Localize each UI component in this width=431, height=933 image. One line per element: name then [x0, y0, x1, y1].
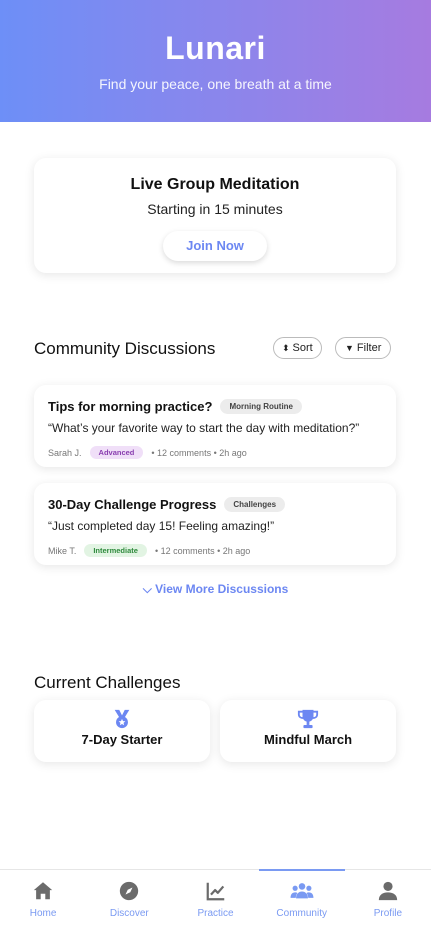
sort-button[interactable]: ⬍ Sort [273, 337, 322, 359]
nav-label: Practice [197, 908, 234, 919]
filter-label: Filter [356, 342, 382, 354]
filter-icon: ▼ [345, 343, 354, 353]
home-icon [33, 882, 53, 900]
discussion-title: Tips for morning practice? [48, 399, 213, 414]
nav-item-profile[interactable]: Profile [345, 870, 431, 933]
discussion-card[interactable]: 30-Day Challenge Progress Challenges “Ju… [34, 483, 396, 565]
discussion-quote: “What’s your favorite way to start the d… [48, 421, 360, 435]
level-badge: Advanced [89, 446, 144, 459]
compass-icon [120, 881, 139, 901]
discussion-card[interactable]: Tips for morning practice? Morning Routi… [34, 385, 396, 467]
discussion-quote: “Just completed day 15! Feeling amazing!… [48, 519, 275, 533]
current-challenges-title: Current Challenges [34, 673, 181, 692]
view-more-discussions-link[interactable]: ⌵ View More Discussions [0, 582, 431, 597]
discussion-tag: Challenges [224, 497, 286, 512]
app-tagline: Find your peace, one breath at a time [99, 76, 332, 92]
discussion-author: Mike T. [48, 545, 77, 556]
live-meditation-card: Live Group Meditation Starting in 15 min… [34, 158, 396, 273]
app-header: Lunari Find your peace, one breath at a … [0, 0, 431, 122]
nav-item-practice[interactable]: Practice [172, 870, 258, 933]
nav-label: Profile [373, 908, 403, 919]
discussion-tag: Morning Routine [220, 399, 302, 414]
discussion-meta: • 12 comments • 2h ago [151, 447, 247, 458]
users-icon [290, 883, 314, 899]
join-now-button[interactable]: Join Now [163, 231, 267, 261]
community-discussions-title: Community Discussions [34, 339, 216, 358]
challenge-name: 7-Day Starter [81, 732, 163, 747]
trophy-icon [297, 709, 319, 729]
level-badge: Intermediate [84, 544, 147, 557]
chevron-down-icon: ⌵ [142, 582, 156, 596]
challenge-name: Mindful March [263, 732, 353, 747]
nav-label: Discover [109, 908, 149, 919]
live-meditation-title: Live Group Meditation [130, 176, 300, 193]
discussion-author: Sarah J. [48, 447, 82, 458]
live-meditation-subtitle: Starting in 15 minutes [147, 201, 283, 217]
app-title: Lunari [165, 30, 266, 66]
sort-label: Sort [292, 342, 313, 354]
nav-item-home[interactable]: Home [0, 870, 86, 933]
nav-label: Community [276, 908, 327, 919]
nav-item-discover[interactable]: Discover [86, 870, 172, 933]
nav-item-community[interactable]: Community [258, 869, 346, 933]
profile-icon [378, 881, 398, 901]
challenge-card[interactable]: 7-Day Starter [34, 700, 210, 762]
chart-icon [206, 882, 224, 901]
filter-button[interactable]: ▼ Filter [335, 337, 392, 359]
bottom-nav: Home Discover Practice Community Profile [0, 869, 431, 933]
discussion-meta: • 12 comments • 2h ago [154, 545, 251, 556]
view-more-label: View More Discussions [155, 582, 289, 596]
sort-icon: ⬍ [282, 343, 290, 353]
medal-icon [114, 709, 130, 729]
discussion-title: 30-Day Challenge Progress [48, 497, 217, 512]
nav-label: Home [29, 908, 57, 919]
challenge-card[interactable]: Mindful March [220, 700, 396, 762]
